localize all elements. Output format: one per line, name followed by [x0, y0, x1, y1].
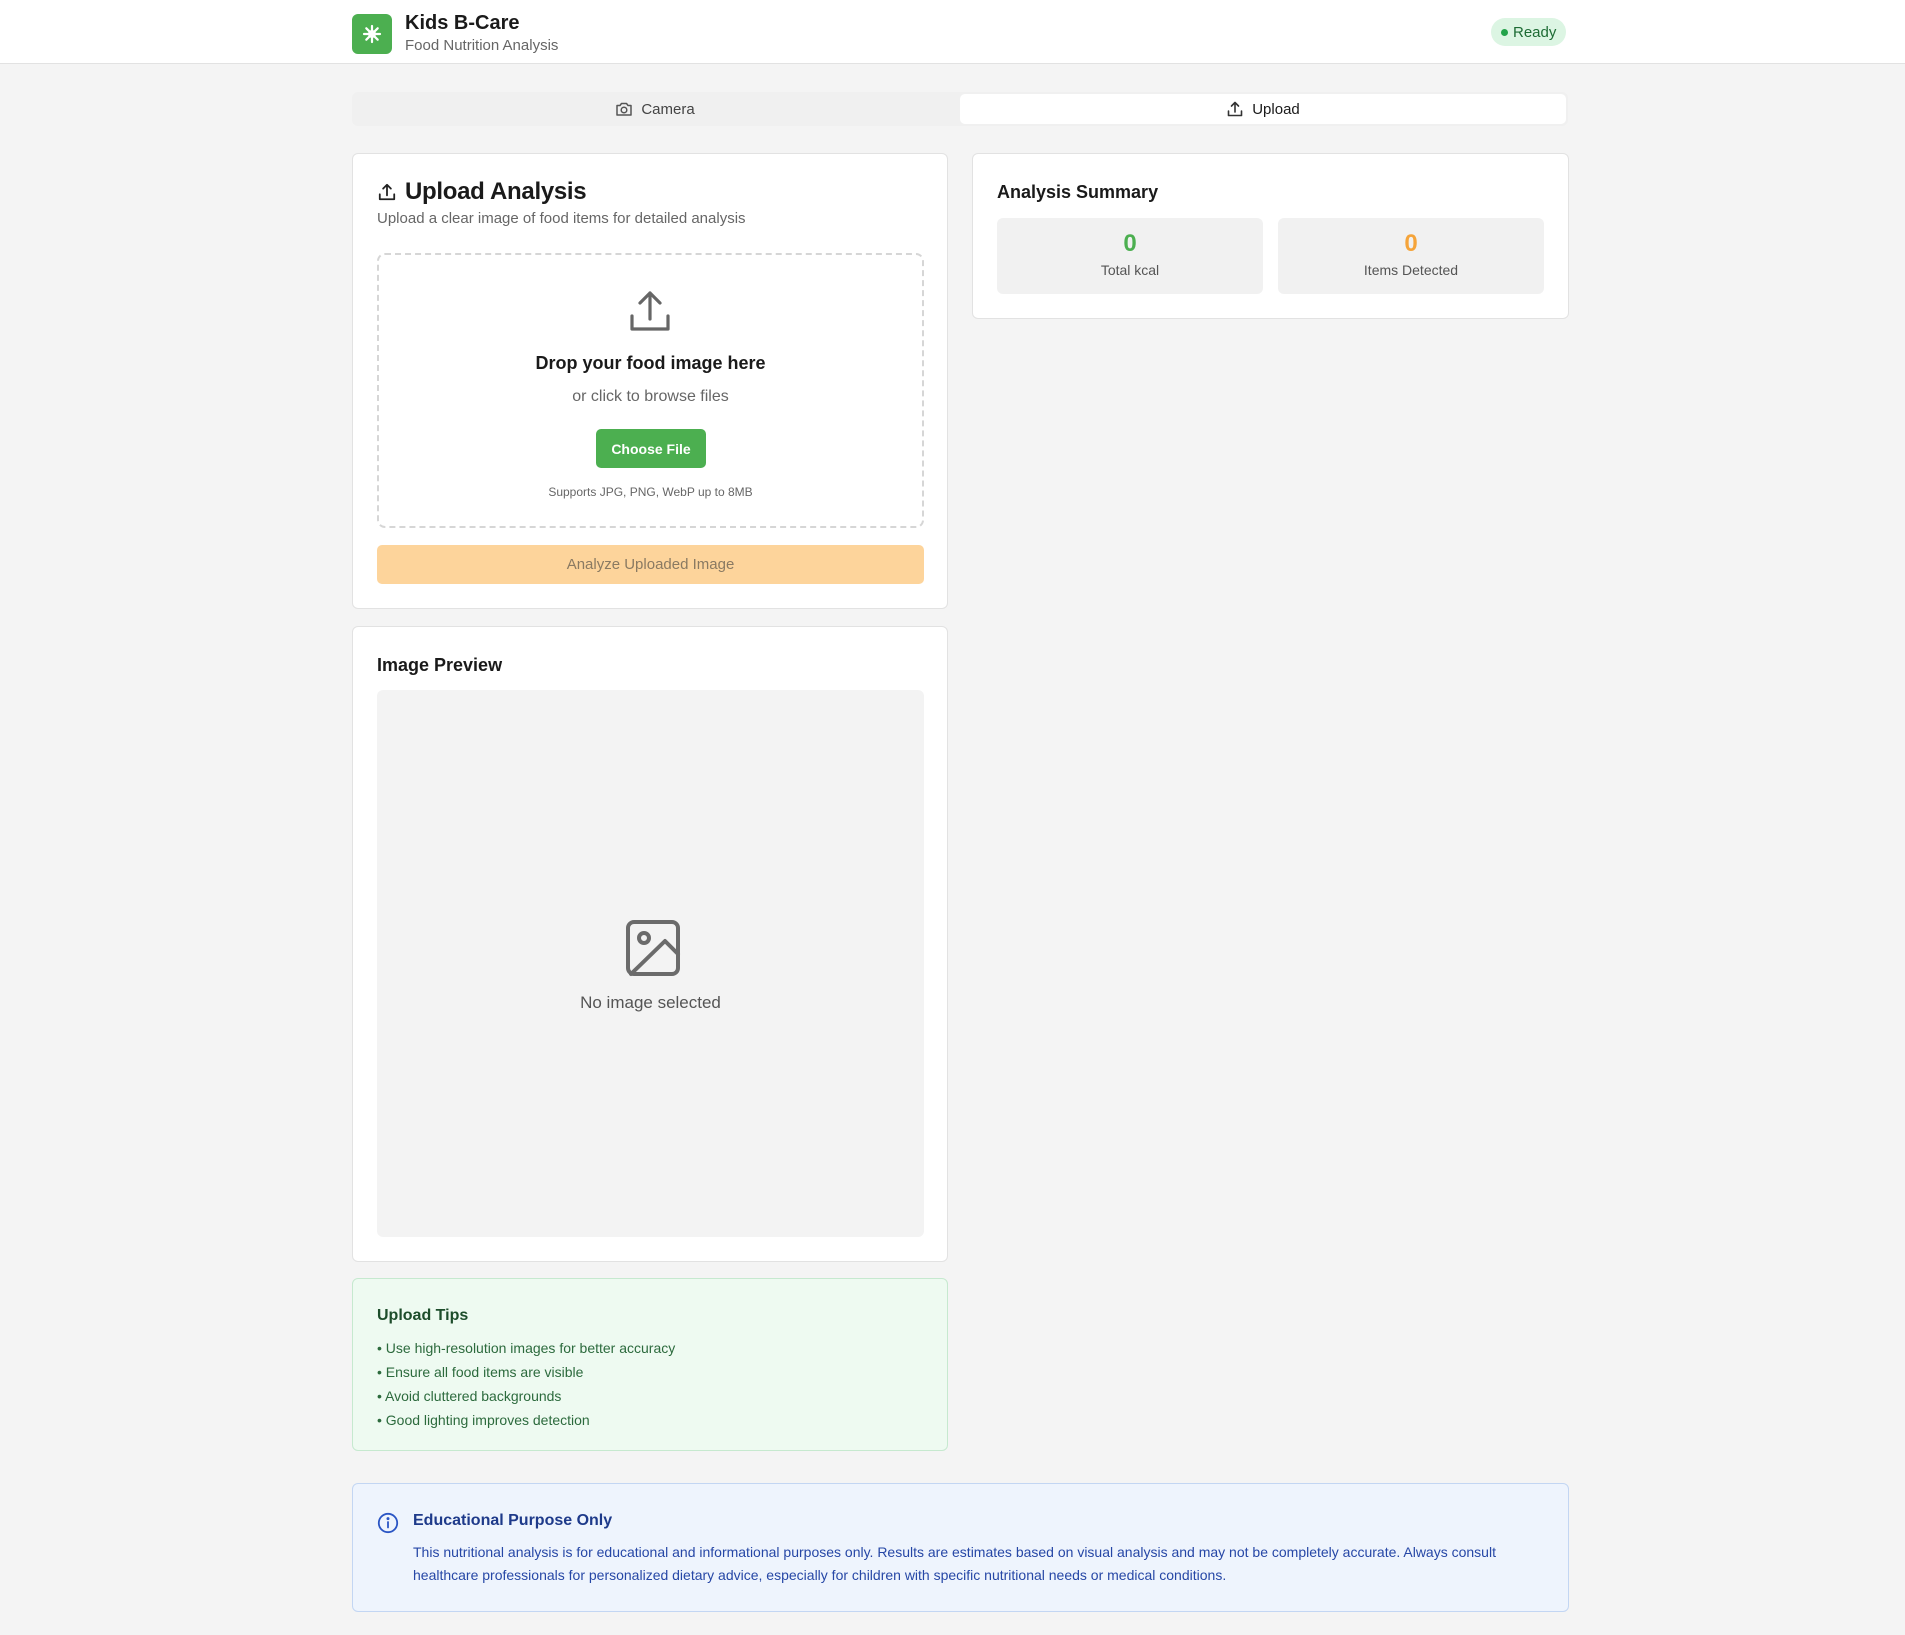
tips-list: • Use high-resolution images for better … [377, 1336, 675, 1432]
file-types-hint: Supports JPG, PNG, WebP up to 8MB [548, 485, 753, 499]
total-kcal-value: 0 [1123, 230, 1137, 257]
tip-item: • Avoid cluttered backgrounds [377, 1388, 562, 1404]
upload-description: Upload a clear image of food items for d… [377, 210, 746, 227]
tip-item: • Good lighting improves detection [377, 1412, 590, 1428]
educational-notice: Educational Purpose Only This nutritiona… [352, 1483, 1569, 1612]
status-label: Ready [1513, 23, 1557, 41]
notice-text: This nutritional analysis is for educati… [413, 1544, 1496, 1583]
drop-subtitle: or click to browse files [572, 388, 729, 405]
notice-title: Educational Purpose Only [413, 1512, 613, 1529]
items-detected-label: Items Detected [1363, 262, 1459, 278]
drop-title: Drop your food image here [535, 353, 766, 373]
brand: Kids B-Care Food Nutrition Analysis [352, 12, 558, 56]
app-title: Kids B-Care [405, 12, 520, 34]
app-header: Kids B-Care Food Nutrition Analysis Read… [0, 0, 1905, 64]
tab-upload[interactable]: Upload [960, 94, 1566, 124]
tips-title: Upload Tips [377, 1307, 469, 1324]
drop-zone[interactable]: Drop your food image here or click to br… [377, 253, 924, 528]
no-image-text: No image selected [580, 993, 721, 1012]
info-icon [377, 1512, 399, 1534]
upload-analysis-card: Upload Analysis Upload a clear image of … [352, 153, 948, 609]
image-preview-card: Image Preview No image selected [352, 626, 948, 1262]
upload-title: Upload Analysis [405, 178, 587, 205]
preview-title: Image Preview [377, 655, 503, 675]
status-dot-icon [1501, 28, 1508, 36]
stat-total-kcal: 0 Total kcal [997, 218, 1263, 294]
items-detected-value: 0 [1404, 230, 1418, 257]
app-subtitle: Food Nutrition Analysis [405, 37, 559, 54]
tab-camera-label: Camera [641, 100, 695, 118]
upload-icon [630, 291, 670, 331]
status-badge: Ready [1491, 18, 1567, 46]
upload-tips-card: Upload Tips • Use high-resolution images… [352, 1278, 948, 1451]
tab-camera[interactable]: Camera [352, 92, 958, 126]
summary-title: Analysis Summary [997, 182, 1159, 202]
analyze-uploaded-image-button[interactable]: Analyze Uploaded Image [377, 545, 924, 584]
analysis-summary-card: Analysis Summary 0 Total kcal 0 Items De… [972, 153, 1569, 319]
choose-file-button[interactable]: Choose File [596, 429, 706, 468]
logo-icon [352, 14, 392, 54]
mode-tabs: Camera Upload [352, 92, 1568, 126]
tab-upload-label: Upload [1252, 100, 1300, 118]
total-kcal-label: Total kcal [1100, 262, 1160, 278]
tip-item: • Use high-resolution images for better … [377, 1340, 676, 1356]
upload-icon [378, 183, 396, 201]
stat-items-detected: 0 Items Detected [1278, 218, 1544, 294]
image-placeholder-icon [626, 920, 680, 976]
tip-item: • Ensure all food items are visible [377, 1364, 584, 1380]
upload-icon [1227, 101, 1243, 117]
image-preview-area: No image selected [377, 690, 924, 1237]
camera-icon [616, 102, 633, 116]
